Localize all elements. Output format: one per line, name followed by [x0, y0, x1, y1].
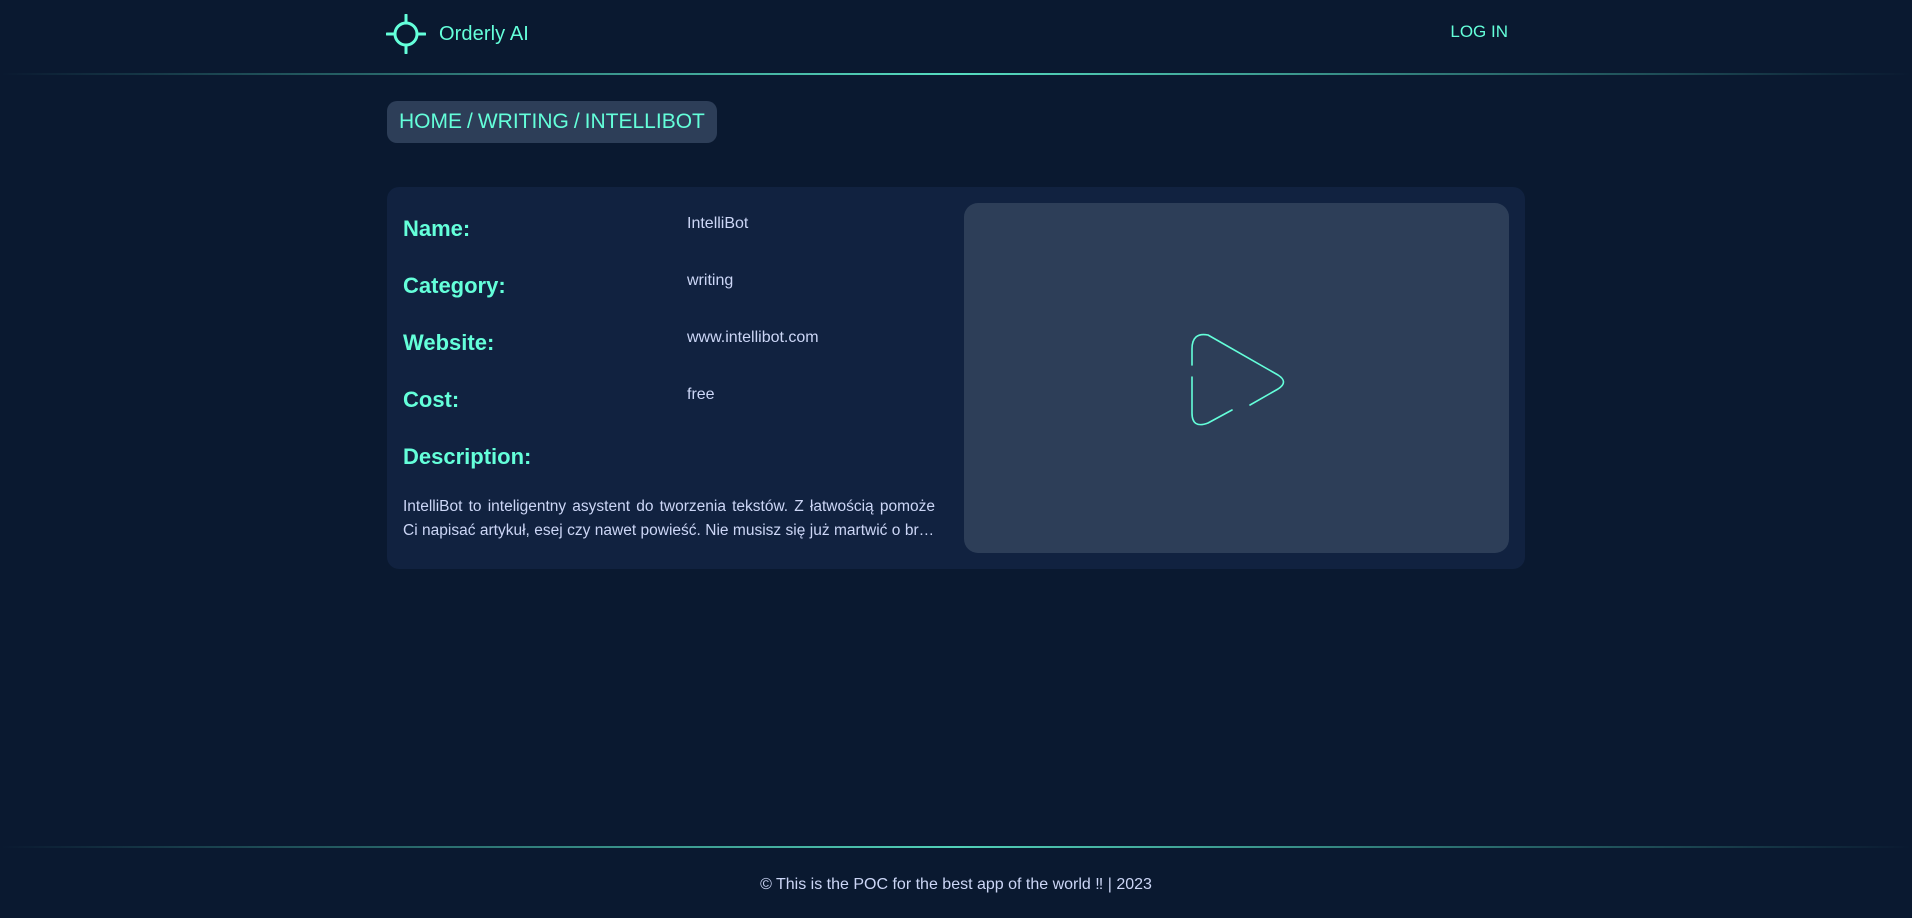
breadcrumb-home[interactable]: HOME	[399, 110, 462, 134]
video-player[interactable]	[964, 203, 1509, 553]
name-label: Name:	[403, 216, 471, 241]
cost-label: Cost:	[403, 387, 460, 412]
breadcrumb: HOME / WRITING / INTELLIBOT	[387, 101, 717, 143]
breadcrumb-intellibot[interactable]: INTELLIBOT	[585, 110, 705, 134]
breadcrumb-separator: /	[573, 110, 580, 133]
footer-text: © This is the POC for the best app of th…	[760, 876, 1152, 893]
website-label: Website:	[403, 330, 495, 355]
play-icon	[1191, 333, 1285, 426]
description-text: IntelliBot to inteligentny asystent do t…	[403, 498, 935, 539]
crosshair-icon	[386, 14, 426, 54]
name-value: IntelliBot	[687, 215, 749, 232]
cost-value: free	[687, 386, 715, 403]
brand-link[interactable]: Orderly AI	[386, 14, 529, 54]
brand-name: Orderly AI	[439, 22, 529, 45]
breadcrumb-separator: /	[467, 110, 473, 133]
footer-divider	[0, 846, 1912, 848]
tool-details-card: Name: IntelliBot Category: writing Websi…	[387, 187, 1525, 569]
category-label: Category:	[403, 273, 506, 298]
login-link[interactable]: LOG IN	[1440, 22, 1508, 42]
site-header: Orderly AI LOG IN	[0, 0, 1912, 75]
website-value: www.intellibot.com	[687, 329, 819, 346]
category-value: writing	[687, 272, 734, 289]
header-divider	[0, 73, 1912, 75]
description-label: Description:	[403, 444, 532, 469]
breadcrumb-writing[interactable]: WRITING	[478, 110, 569, 134]
